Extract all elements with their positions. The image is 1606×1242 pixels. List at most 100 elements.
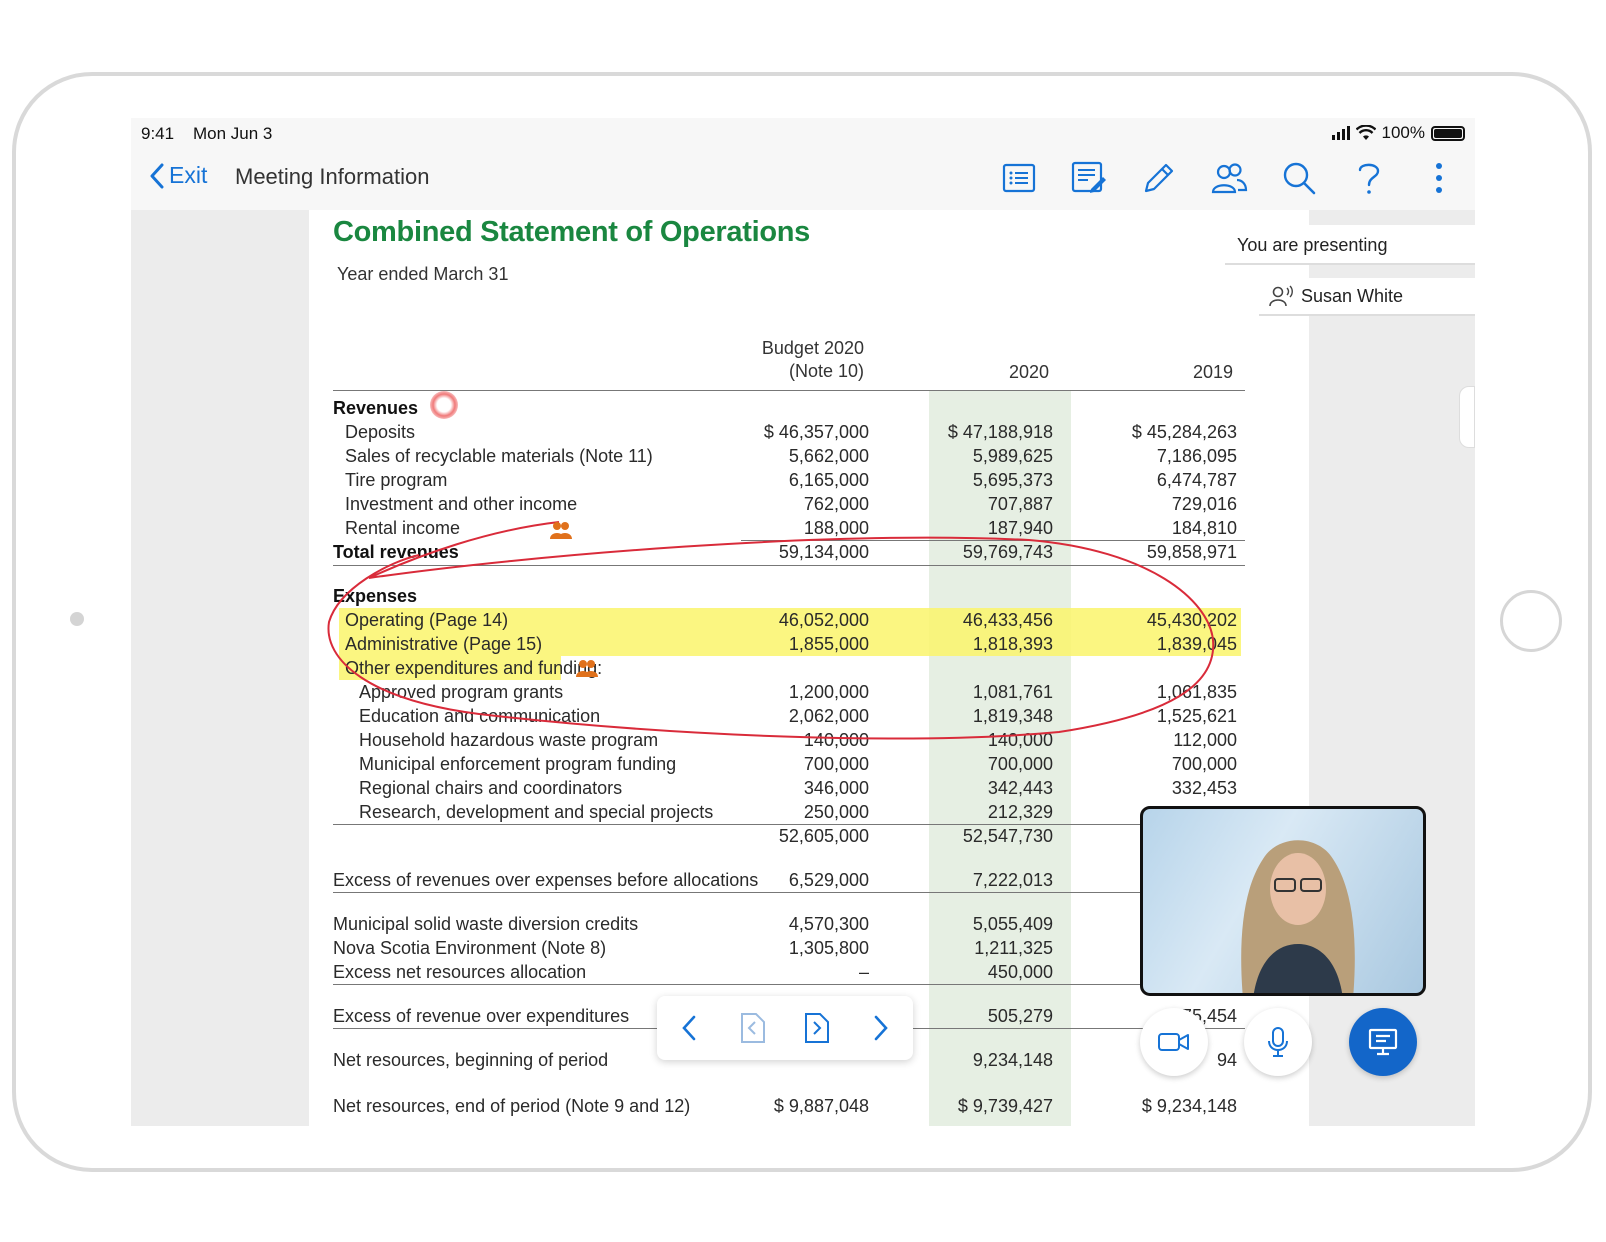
presentation-button[interactable] <box>1349 1008 1417 1076</box>
other-heading: Other expenditures and funding: <box>345 658 603 678</box>
cell-2020: 9,234,148 <box>972 1050 1053 1070</box>
cell-budget: 52,605,000 <box>778 826 869 846</box>
presentation-screen-icon <box>1368 1028 1398 1056</box>
cell-2020: 59,769,743 <box>962 542 1053 562</box>
table-row: Research, development and special projec… <box>333 802 1249 826</box>
cell-2019: 1,839,045 <box>1156 634 1237 654</box>
status-bar: 9:41 Mon Jun 3 100% <box>131 118 1475 148</box>
row-label: Sales of recyclable materials (Note 11) <box>345 446 653 466</box>
table-row: Approved program grants 1,200,000 1,081,76… <box>333 682 1249 706</box>
table-row: Household hazardous waste program 140,000… <box>333 730 1249 754</box>
rule <box>333 984 1245 985</box>
annotate-pencil-icon[interactable] <box>1137 156 1181 200</box>
cell-budget: 6,529,000 <box>788 870 869 890</box>
next-page-icon[interactable] <box>861 1008 901 1048</box>
presenter-name: Susan White <box>1301 285 1404 306</box>
cell-2020: 450,000 <box>987 962 1053 982</box>
status-time: 9:41 <box>141 124 175 143</box>
rule <box>333 565 1245 566</box>
row-label: Tire program <box>345 470 448 490</box>
cell-2019: $ 45,284,263 <box>1131 422 1237 442</box>
cell-2020: 707,887 <box>987 494 1053 514</box>
front-camera <box>70 612 84 626</box>
navigation-bar: Exit Meeting Information <box>131 148 1475 210</box>
cell-2019: 7,186,095 <box>1156 446 1237 466</box>
header-budget-line1: Budget 2020 <box>761 338 864 358</box>
cell-2020: $ 47,188,918 <box>947 422 1053 442</box>
cell-budget: 700,000 <box>803 754 869 774</box>
presenter-chip[interactable]: Susan White <box>1259 278 1475 316</box>
row-label: Research, development and special projec… <box>359 802 714 822</box>
header-2020: 2020 <box>1008 362 1049 382</box>
cell-2019: 700,000 <box>1171 754 1237 774</box>
revenues-heading-row: Revenues <box>333 398 1249 422</box>
video-tile[interactable] <box>1140 806 1426 996</box>
revenues-heading: Revenues <box>333 398 419 418</box>
cell-budget: $ 9,887,048 <box>773 1096 869 1116</box>
rule <box>741 540 1245 541</box>
cell-budget: 4,570,300 <box>788 914 869 934</box>
header-rule <box>333 390 1245 391</box>
table-row: Municipal solid waste diversion credits 4… <box>333 914 1249 938</box>
cell-2020: 212,329 <box>987 802 1053 822</box>
row-label: Nova Scotia Environment (Note 8) <box>333 938 607 958</box>
cell-2020: 46,433,456 <box>962 610 1053 630</box>
exit-button[interactable]: Exit <box>149 162 207 189</box>
search-icon[interactable] <box>1277 156 1321 200</box>
first-page-icon[interactable] <box>733 1008 773 1048</box>
table-row: Municipal enforcement program funding 700… <box>333 754 1249 778</box>
cell-2020: 140,000 <box>987 730 1053 750</box>
rule <box>333 824 1245 825</box>
cell-budget: 762,000 <box>803 494 869 514</box>
help-icon[interactable] <box>1347 156 1391 200</box>
microphone-button[interactable] <box>1244 1008 1312 1076</box>
cell-2020: 1,081,761 <box>972 682 1053 702</box>
cell-2020: 5,055,409 <box>972 914 1053 934</box>
side-panel-handle[interactable] <box>1459 386 1475 448</box>
video-camera-button[interactable] <box>1140 1008 1208 1076</box>
signal-icon <box>1331 126 1350 140</box>
cell-2020: $ 9,739,427 <box>957 1096 1053 1116</box>
table-row: Tire program 6,165,000 5,695,373 6,474,787 <box>333 470 1249 494</box>
table-row: Administrative (Page 15) 1,855,000 1,818,3… <box>333 634 1249 658</box>
last-page-icon[interactable] <box>797 1008 837 1048</box>
cell-2019: 45,430,202 <box>1146 610 1237 630</box>
home-button[interactable] <box>1500 590 1562 652</box>
agenda-list-icon[interactable] <box>997 156 1041 200</box>
more-vertical-icon[interactable] <box>1417 156 1461 200</box>
cell-2019: 112,000 <box>1173 730 1237 750</box>
notes-icon[interactable] <box>1067 156 1111 200</box>
cell-budget: 5,662,000 <box>788 446 869 466</box>
table-row: Regional chairs and coordinators 346,000 3… <box>333 778 1249 802</box>
net-end-row: Net resources, end of period (Note 9 and… <box>333 1096 1249 1120</box>
total-revenues-row: Total revenues 59,134,000 59,769,743 59,858… <box>333 542 1249 566</box>
speaking-person-icon <box>1269 285 1293 307</box>
cell-2020: 505,279 <box>987 1006 1053 1026</box>
table-row: Excess net resources allocation – 450,000 <box>333 962 1249 986</box>
presenting-label: You are presenting <box>1237 235 1388 255</box>
previous-page-icon[interactable] <box>669 1008 709 1048</box>
cell-2019: $ 9,234,148 <box>1141 1096 1237 1116</box>
cell-budget: $ 46,357,000 <box>763 422 869 442</box>
exit-label: Exit <box>169 162 208 188</box>
row-label: Total revenues <box>333 542 459 562</box>
status-date: Mon Jun 3 <box>193 124 273 143</box>
cell-2020: 1,819,348 <box>972 706 1053 726</box>
cell-2019: 59,858,971 <box>1146 542 1237 562</box>
cell-2019: 1,525,621 <box>1156 706 1237 726</box>
collaborator-note-icon[interactable] <box>575 658 599 678</box>
collaborator-note-icon[interactable] <box>549 520 573 540</box>
cell-2020: 1,818,393 <box>972 634 1053 654</box>
presenting-banner: You are presenting <box>1225 225 1475 265</box>
header-budget: Budget 2020 (Note 10) <box>729 338 864 382</box>
cell-budget: 46,052,000 <box>778 610 869 630</box>
cell-budget: 1,855,000 <box>788 634 869 654</box>
cell-2020: 52,547,730 <box>962 826 1053 846</box>
header-budget-line2: (Note 10) <box>788 361 864 381</box>
toolbar <box>997 156 1461 200</box>
table-row: Education and communication 2,062,000 1,81… <box>333 706 1249 730</box>
participants-icon[interactable] <box>1207 156 1251 200</box>
expenses-heading-row: Expenses <box>333 586 1249 610</box>
cell-2020: 700,000 <box>987 754 1053 774</box>
table-row: Nova Scotia Environment (Note 8) 1,305,80… <box>333 938 1249 962</box>
